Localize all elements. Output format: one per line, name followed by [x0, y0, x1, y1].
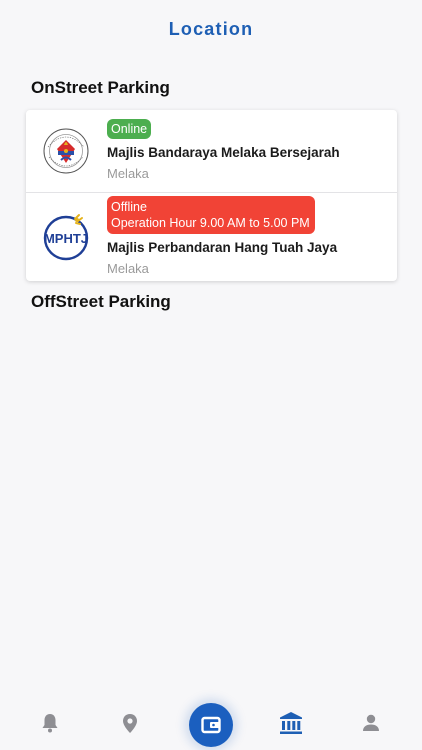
nav-location[interactable]: [110, 696, 150, 750]
item-location: Melaka: [107, 261, 149, 276]
nav-wallet[interactable]: [189, 703, 233, 747]
wallet-icon: [201, 716, 221, 734]
person-icon: [363, 714, 379, 731]
status-badge: Online: [107, 119, 152, 139]
list-item[interactable]: MPHTJ Offline Operation Hour 9.00 AM to …: [26, 193, 397, 281]
item-name: Majlis Bandaraya Melaka Bersejarah: [107, 145, 340, 160]
logo-text: MPHTJ: [44, 231, 88, 246]
bank-icon: [280, 712, 302, 734]
page-title: Location: [168, 18, 254, 39]
item-location: Melaka: [107, 166, 149, 181]
section-title-offstreet: OffStreet Parking: [31, 292, 171, 311]
mphtj-logo: MPHTJ: [43, 214, 89, 261]
status-badge: Offline Operation Hour 9.00 AM to 5.00 P…: [107, 196, 315, 234]
list-item[interactable]: Online Majlis Bandaraya Melaka Bersejara…: [26, 110, 397, 192]
nav-profile[interactable]: [351, 696, 391, 750]
bell-icon: [42, 714, 58, 733]
header: Location: [0, 0, 422, 58]
section-title-onstreet: OnStreet Parking: [31, 78, 170, 97]
onstreet-list: Online Majlis Bandaraya Melaka Bersejara…: [26, 110, 397, 281]
item-name: Majlis Perbandaran Hang Tuah Jaya: [107, 240, 338, 255]
nav-bank[interactable]: [271, 696, 311, 750]
nav-notifications[interactable]: [30, 696, 70, 750]
mbmb-logo: [43, 128, 89, 174]
bottom-nav: [0, 696, 422, 750]
location-pin-icon: [123, 713, 137, 733]
